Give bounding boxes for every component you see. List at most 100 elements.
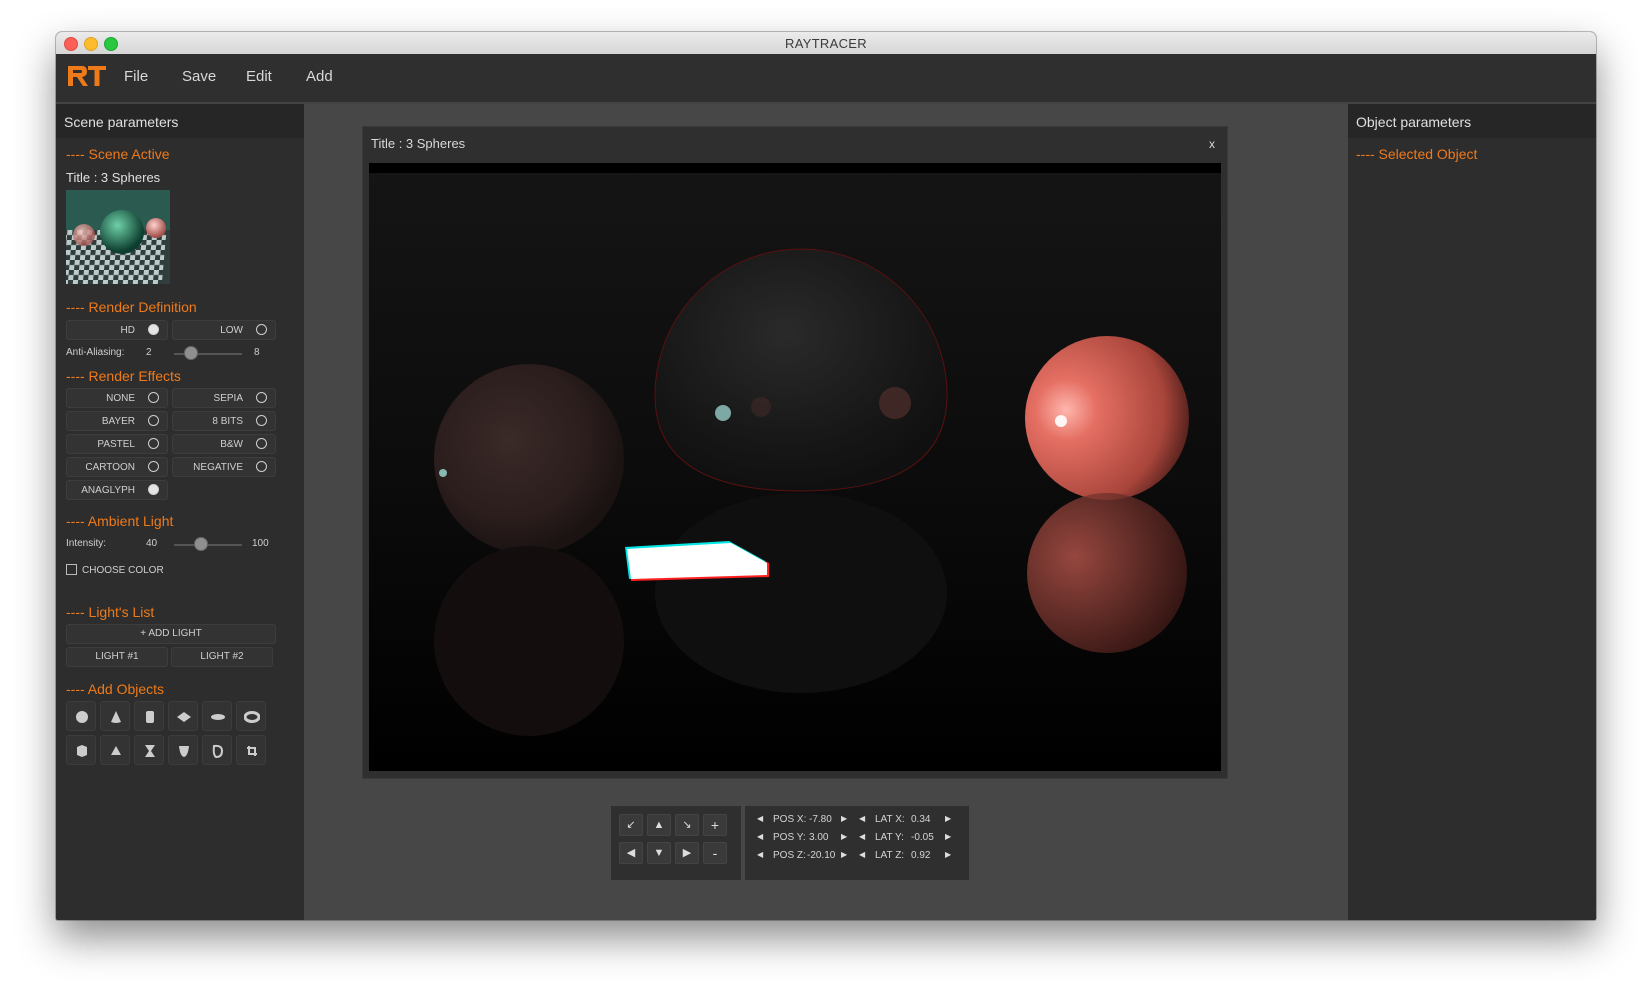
effect-bayer-option[interactable]: BAYER [66, 411, 168, 431]
lat-x-decrease-icon[interactable]: ◀ [859, 814, 865, 823]
lat-x-label: LAT X: [875, 814, 905, 825]
pos-z-label: POS Z: [773, 850, 806, 861]
paraboloid-icon [179, 746, 189, 757]
render-canvas[interactable] [369, 163, 1221, 771]
zoom-out-button[interactable]: - [703, 842, 727, 864]
zoom-in-button[interactable]: + [703, 814, 727, 836]
effect-sepia-radio[interactable] [256, 392, 267, 403]
add-light-label: + ADD LIGHT [140, 628, 202, 639]
pos-y-label: POS Y: [773, 832, 806, 843]
add-mobius-button[interactable] [202, 735, 232, 765]
render-hd-option[interactable]: HD [66, 320, 168, 340]
move-down-button[interactable]: ▼ [647, 842, 671, 864]
arrow-down-icon: ▼ [653, 847, 665, 859]
anti-aliasing-knob[interactable] [184, 346, 198, 360]
move-up-button[interactable]: ▲ [647, 814, 671, 836]
lat-x-increase-icon[interactable]: ▶ [945, 814, 951, 823]
lat-z-decrease-icon[interactable]: ◀ [859, 850, 865, 859]
pos-y-increase-icon[interactable]: ▶ [841, 832, 847, 841]
camera-position-panel: ◀ POS X: -7.80 ▶ ◀ LAT X: 0.34 ▶ ◀ POS Y… [745, 806, 969, 880]
object-parameters-panel: Object parameters ---- Selected Object [1348, 104, 1596, 920]
add-light-button[interactable]: + ADD LIGHT [66, 624, 276, 644]
effect-pastel-radio[interactable] [148, 438, 159, 449]
effect-none-option[interactable]: NONE [66, 388, 168, 408]
effect-negative-label: NEGATIVE [193, 462, 243, 473]
effect-sepia-option[interactable]: SEPIA [172, 388, 276, 408]
add-sphere-button[interactable] [66, 701, 96, 731]
add-composite-button[interactable] [236, 735, 266, 765]
lat-y-value: -0.05 [911, 832, 934, 843]
scene-thumbnail[interactable] [66, 190, 170, 284]
rotate-left-button[interactable]: ↙ [619, 814, 643, 836]
pos-x-value: -7.80 [809, 814, 832, 825]
render-hd-radio[interactable] [148, 324, 159, 335]
effect-8bits-option[interactable]: 8 BITS [172, 411, 276, 431]
move-right-button[interactable]: ▶ [675, 842, 699, 864]
effect-anaglyph-option[interactable]: ANAGLYPH [66, 480, 168, 500]
lat-z-increase-icon[interactable]: ▶ [945, 850, 951, 859]
intensity-label: Intensity: [66, 538, 107, 549]
choose-color-label: CHOOSE COLOR [82, 565, 164, 576]
pos-y-decrease-icon[interactable]: ◀ [757, 832, 763, 841]
pos-z-value: -20.10 [807, 850, 836, 861]
menu-edit[interactable]: Edit [246, 68, 272, 85]
menu-add[interactable]: Add [306, 68, 333, 85]
add-disc-button[interactable] [202, 701, 232, 731]
add-cone-button[interactable] [100, 701, 130, 731]
effect-cartoon-option[interactable]: CARTOON [66, 457, 168, 477]
render-low-option[interactable]: LOW [172, 320, 276, 340]
effect-pastel-option[interactable]: PASTEL [66, 434, 168, 454]
pos-x-increase-icon[interactable]: ▶ [841, 814, 847, 823]
render-hd-label: HD [120, 325, 135, 336]
lat-y-increase-icon[interactable]: ▶ [945, 832, 951, 841]
lat-x-value: 0.34 [911, 814, 931, 825]
menu-save[interactable]: Save [182, 68, 216, 85]
move-left-button[interactable]: ◀ [619, 842, 643, 864]
add-hyperboloid-button[interactable] [134, 735, 164, 765]
effect-bw-option[interactable]: B&W [172, 434, 276, 454]
choose-color-checkbox[interactable] [66, 564, 77, 575]
cylinder-icon [146, 711, 154, 723]
effect-none-radio[interactable] [148, 392, 159, 403]
menu-file[interactable]: File [124, 68, 148, 85]
arrow-up-icon: ▲ [653, 819, 665, 831]
cone-icon [111, 711, 121, 723]
effect-bw-radio[interactable] [256, 438, 267, 449]
effect-bayer-label: BAYER [101, 416, 135, 427]
light-1-button[interactable]: LIGHT #1 [66, 647, 168, 667]
pos-x-decrease-icon[interactable]: ◀ [757, 814, 763, 823]
add-cylinder-button[interactable] [134, 701, 164, 731]
lat-y-decrease-icon[interactable]: ◀ [859, 832, 865, 841]
render-low-radio[interactable] [256, 324, 267, 335]
scene-title: Title : 3 Spheres [66, 170, 161, 185]
add-paraboloid-button[interactable] [168, 735, 198, 765]
add-pyramid-button[interactable] [100, 735, 130, 765]
pos-z-decrease-icon[interactable]: ◀ [757, 850, 763, 859]
effect-negative-radio[interactable] [256, 461, 267, 472]
effect-bayer-radio[interactable] [148, 415, 159, 426]
effect-anaglyph-label: ANAGLYPH [81, 485, 135, 496]
effect-cartoon-radio[interactable] [148, 461, 159, 472]
pos-z-increase-icon[interactable]: ▶ [841, 850, 847, 859]
add-cube-button[interactable] [66, 735, 96, 765]
disc-icon [211, 714, 225, 720]
intensity-knob[interactable] [194, 537, 209, 551]
rotate-right-button[interactable]: ↘ [675, 814, 699, 836]
ambient-light-heading: ---- Ambient Light [66, 513, 174, 529]
effect-8bits-radio[interactable] [256, 415, 267, 426]
mobius-icon [212, 744, 224, 759]
light-2-button[interactable]: LIGHT #2 [171, 647, 273, 667]
composite-icon [247, 746, 257, 756]
menu-bar: File Save Edit Add [56, 54, 1596, 104]
close-render-button[interactable]: x [1209, 127, 1215, 161]
add-torus-button[interactable] [236, 701, 266, 731]
add-plane-button[interactable] [168, 701, 198, 731]
intensity-slider[interactable] [174, 544, 242, 546]
lights-list-heading: ---- Light's List [66, 604, 155, 620]
effect-anaglyph-radio[interactable] [148, 484, 159, 495]
effect-none-label: NONE [106, 393, 135, 404]
effect-cartoon-label: CARTOON [85, 462, 135, 473]
scene-parameters-panel: Scene parameters ---- Scene Active Title… [56, 104, 304, 920]
render-window: Title : 3 Spheres x [362, 126, 1228, 779]
effect-negative-option[interactable]: NEGATIVE [172, 457, 276, 477]
